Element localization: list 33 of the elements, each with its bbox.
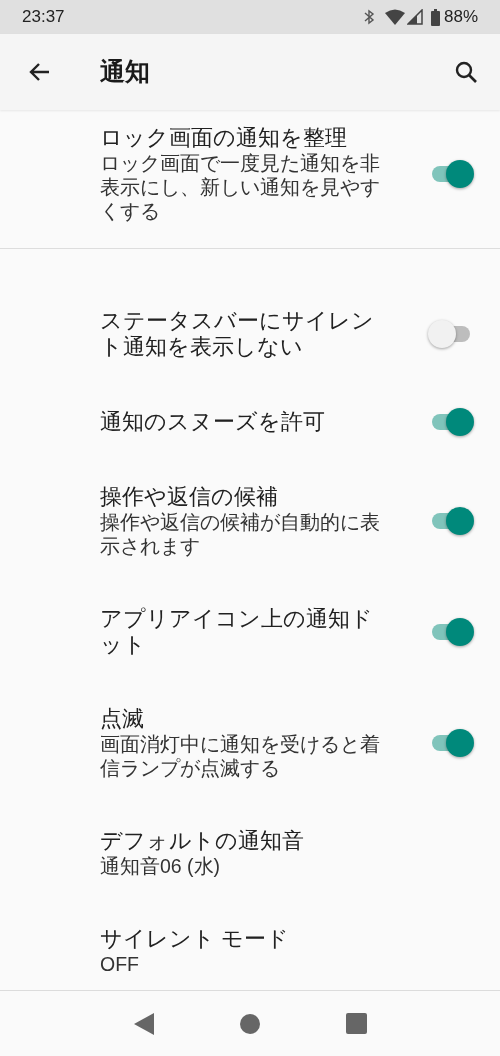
battery-percentage: 88%: [443, 6, 478, 29]
settings-row[interactable]: デフォルトの通知音 通知音06 (水): [0, 804, 500, 902]
setting-title: 点滅: [100, 706, 145, 732]
signal-icon: [406, 9, 423, 25]
setting-summary: 画面消灯中に通知を受けると着信ランプが点滅する: [100, 732, 381, 780]
setting-summary: 操作や返信の候補が自動的に表示されます: [100, 510, 381, 558]
settings-row[interactable]: ロック画面の通知を整理 ロック画面で一度見た通知を非表示にし、新しい通知を見やすくする: [0, 125, 500, 223]
wifi-icon: [384, 9, 405, 25]
setting-summary: OFF: [100, 952, 140, 976]
setting-title: 通知のスヌーズを許可: [100, 409, 326, 435]
home-circle-icon[interactable]: [239, 1013, 260, 1034]
setting-title: ステータスバーにサイレント通知を表示しない: [100, 308, 375, 360]
settings-row[interactable]: 点滅 画面消灯中に通知を受けると着信ランプが点滅する: [0, 682, 500, 804]
setting-summary: ロック画面で一度見た通知を非表示にし、新しい通知を見やすくする: [100, 151, 381, 223]
setting-title: アプリアイコン上の通知ドット: [100, 606, 374, 658]
settings-row[interactable]: サイレント モード OFF: [0, 902, 500, 990]
setting-title: デフォルトの通知音: [100, 828, 305, 854]
settings-row[interactable]: 通知のスヌーズを許可: [0, 384, 500, 460]
bluetooth-icon: [362, 9, 375, 25]
setting-summary: 通知音06 (水): [100, 854, 222, 878]
setting-title: サイレント モード: [100, 926, 291, 952]
battery-icon: [430, 8, 440, 26]
recents-square-icon[interactable]: [345, 1013, 367, 1034]
settings-row[interactable]: アプリアイコン上の通知ドット: [0, 582, 500, 682]
setting-title: ロック画面の通知を整理: [100, 125, 348, 151]
settings-row[interactable]: 操作や返信の候補 操作や返信の候補が自動的に表示されます: [0, 460, 500, 582]
settings-row[interactable]: ステータスバーにサイレント通知を表示しない: [0, 284, 500, 384]
setting-title: 操作や返信の候補: [100, 484, 279, 510]
back-triangle-icon[interactable]: [133, 1012, 154, 1035]
screen-title: 通知: [100, 56, 150, 88]
search-icon: [455, 61, 477, 83]
status-time: 23:37: [22, 6, 65, 29]
back-arrow-icon: [28, 62, 50, 82]
